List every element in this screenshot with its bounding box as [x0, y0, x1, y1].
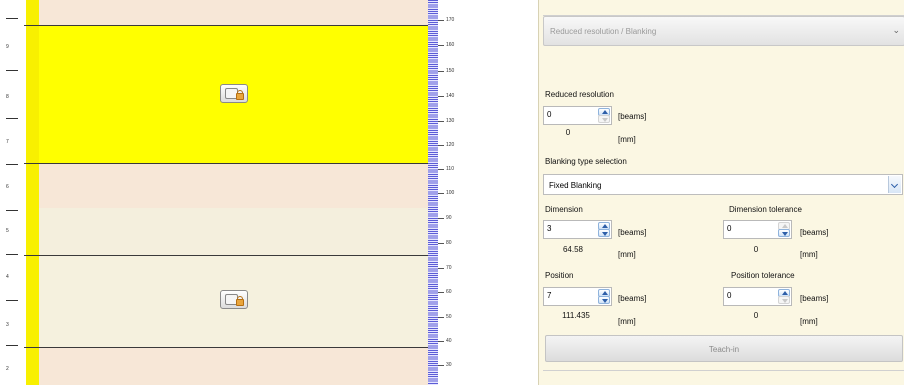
panel-divider [543, 370, 904, 371]
spin-down-icon[interactable] [598, 296, 610, 304]
scale-label: 170 [446, 17, 455, 23]
dimension-tolerance-label: Dimension tolerance [729, 205, 802, 214]
row-number: 7 [6, 139, 9, 145]
section-title: Reduced resolution / Blanking [550, 27, 657, 36]
teach-in-label: Teach-in [708, 345, 740, 354]
row-number: 8 [6, 94, 9, 100]
position-tolerance-value: 0 [727, 291, 732, 300]
row-tick [6, 210, 18, 211]
row-number: 2 [6, 366, 9, 372]
position-tolerance-label: Position tolerance [731, 271, 795, 280]
dimension-value: 3 [547, 224, 552, 233]
scale-label: 140 [446, 93, 455, 99]
spin-down-icon[interactable] [598, 115, 610, 123]
zone-boundary [24, 163, 430, 164]
scale-bar [428, 0, 438, 385]
spin-down-icon[interactable] [598, 229, 610, 237]
lock-icon[interactable] [220, 84, 248, 103]
scale-label: 150 [446, 68, 455, 74]
scale-label: 30 [446, 362, 452, 368]
position-unit-mm: [mm] [618, 317, 636, 326]
chevron-down-icon: ⌄ [892, 25, 900, 35]
blanking-type-selected: Fixed Blanking [549, 181, 602, 190]
row-tick [6, 300, 18, 301]
dimension-label: Dimension [545, 205, 583, 214]
light-curtain-view: 9 8 7 6 5 4 3 2 170 160 150 140 130 120 … [0, 0, 460, 385]
section-header-reduced-resolution-blanking[interactable]: Reduced resolution / Blanking ⌄ [543, 16, 904, 46]
scale-label: 80 [446, 240, 452, 246]
position-mm-value: 111.435 [562, 311, 590, 320]
panel-top-edge [543, 0, 904, 16]
reduced-resolution-unit-beams: [beams] [618, 112, 647, 121]
scale-label: 50 [446, 314, 452, 320]
dimension-tolerance-unit-mm: [mm] [800, 250, 818, 259]
dimension-mm-value: 64.58 [562, 245, 584, 254]
row-number: 9 [6, 44, 9, 50]
reduced-resolution-mm-value: 0 [565, 128, 571, 137]
dimension-tolerance-unit-beams: [beams] [800, 228, 829, 237]
scale-label: 130 [446, 118, 455, 124]
row-tick [6, 254, 18, 255]
scale-label: 70 [446, 265, 452, 271]
row-number: 5 [6, 228, 9, 234]
scale-label: 90 [446, 215, 452, 221]
row-tick [6, 70, 18, 71]
scale-label: 60 [446, 289, 452, 295]
chevron-down-icon[interactable] [888, 176, 901, 193]
position-tolerance-mm-value: 0 [753, 311, 759, 320]
dimension-spinner[interactable]: 3 [543, 220, 612, 239]
scale-label: 110 [446, 166, 454, 172]
blanking-settings-panel: Reduced resolution / Blanking ⌄ Reduced … [538, 0, 904, 385]
row-tick [6, 118, 18, 119]
row-tick [6, 18, 18, 19]
active-strip [26, 0, 39, 385]
position-tolerance-spinner[interactable]: 0 [723, 287, 792, 306]
scale-label: 40 [446, 338, 452, 344]
position-unit-beams: [beams] [618, 294, 647, 303]
row-tick [6, 345, 18, 346]
row-ruler: 9 8 7 6 5 4 3 2 [0, 0, 24, 385]
zone-boundary [24, 347, 430, 348]
dimension-unit-beams: [beams] [618, 228, 647, 237]
zone-segment [39, 347, 428, 385]
app-window: 9 8 7 6 5 4 3 2 170 160 150 140 130 120 … [0, 0, 904, 385]
position-tolerance-unit-mm: [mm] [800, 317, 818, 326]
zone-boundary [24, 25, 430, 26]
reduced-resolution-value: 0 [547, 110, 552, 119]
scale-label: 160 [446, 42, 455, 48]
position-tolerance-unit-beams: [beams] [800, 294, 829, 303]
scale-label: 100 [446, 190, 455, 196]
dimension-unit-mm: [mm] [618, 250, 636, 259]
reduced-resolution-spinner[interactable]: 0 [543, 106, 612, 125]
zone-top [39, 0, 428, 25]
teach-in-button[interactable]: Teach-in [545, 335, 903, 362]
lock-icon[interactable] [220, 290, 248, 309]
scale-label: 120 [446, 142, 455, 148]
row-tick [6, 164, 18, 165]
blanking-type-label: Blanking type selection [545, 157, 627, 166]
position-value: 7 [547, 291, 552, 300]
reduced-resolution-unit-mm: [mm] [618, 135, 636, 144]
zone-boundary [24, 255, 430, 256]
row-number: 6 [6, 184, 9, 190]
spin-down-icon[interactable] [778, 229, 790, 237]
dimension-tolerance-value: 0 [727, 224, 732, 233]
zone-segment [39, 208, 428, 255]
dimension-tolerance-spinner[interactable]: 0 [723, 220, 792, 239]
spin-down-icon[interactable] [778, 296, 790, 304]
row-number: 4 [6, 274, 9, 280]
row-number: 3 [6, 322, 9, 328]
reduced-resolution-label: Reduced resolution [545, 90, 614, 99]
blanking-type-select[interactable]: Fixed Blanking [543, 174, 903, 195]
height-scale: 170 160 150 140 130 120 110 100 90 80 70… [428, 0, 460, 385]
position-spinner[interactable]: 7 [543, 287, 612, 306]
position-label: Position [545, 271, 574, 280]
zone-segment [39, 163, 428, 208]
dimension-tolerance-mm-value: 0 [753, 245, 759, 254]
